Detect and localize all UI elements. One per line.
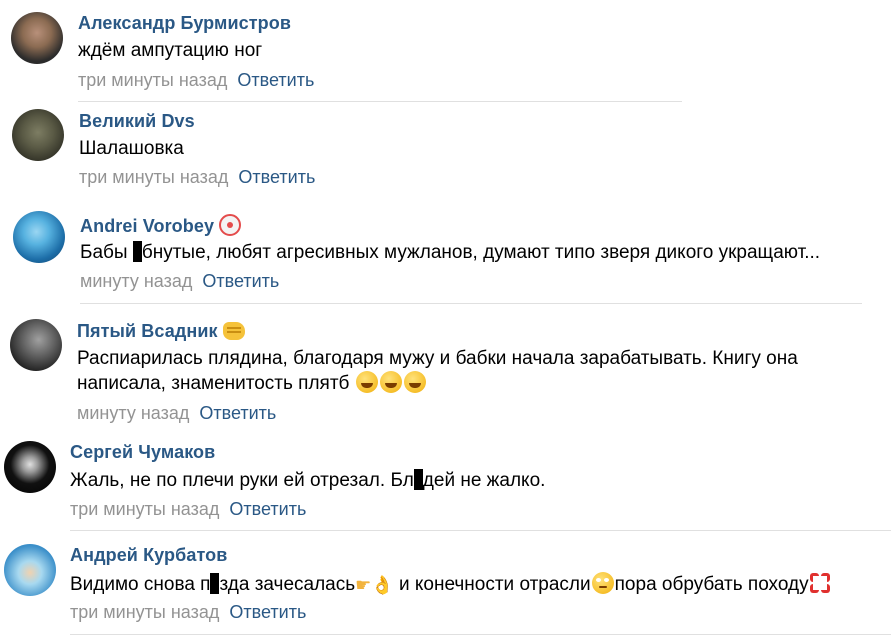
comment-meta: минуту назад Ответить	[77, 403, 276, 424]
comment-meta: минуту назад Ответить	[80, 271, 279, 292]
avatar[interactable]	[10, 319, 62, 371]
comment-author[interactable]: Александр Бурмистров	[78, 13, 291, 34]
anger-symbol-emoji-icon	[808, 572, 831, 594]
text-part: и конечности отрасли	[393, 574, 591, 595]
avatar[interactable]	[12, 109, 64, 161]
ok-hand-emoji-icon: 👌	[371, 575, 394, 595]
comment-item: Великий Dvs Шалашовка три минуты назад От…	[0, 103, 891, 203]
divider	[70, 530, 891, 531]
comment-text: Бабы бнутые, любят агресивных мужланов, …	[80, 240, 820, 265]
comment-text: Шалашовка	[79, 138, 184, 159]
comment-text: Жаль, не по плечи руки ей отрезал. Бл дей…	[70, 468, 545, 493]
avatar[interactable]	[13, 211, 65, 263]
rolling-laughing-emoji-icon	[379, 371, 402, 393]
comment-author[interactable]: Сергей Чумаков	[70, 442, 215, 463]
divider	[80, 303, 862, 304]
divider	[70, 634, 891, 635]
censor-block	[413, 469, 423, 490]
comment-author[interactable]: Пятый Всадник	[77, 321, 245, 342]
comment-time[interactable]: три минуты назад	[70, 499, 219, 519]
text-part: написала, знаменитость плятб	[77, 373, 355, 394]
eye-roll-emoji-icon	[591, 572, 614, 594]
comment-author[interactable]: Andrei Vorobey	[80, 214, 242, 237]
comment-author[interactable]: Великий Dvs	[79, 111, 195, 132]
comment-text: Распиарилась плядина, благодаря мужу и б…	[77, 346, 798, 396]
text-part: Бабы	[80, 242, 133, 263]
comment-item: Александр Бурмистров ждём ампутацию ног …	[0, 0, 891, 103]
author-name[interactable]: Пятый Всадник	[77, 321, 218, 341]
comment-item: Сергей Чумаков Жаль, не по плечи руки ей…	[0, 433, 891, 533]
reply-button[interactable]: Ответить	[199, 403, 276, 423]
rolling-laughing-emoji-icon	[403, 371, 426, 393]
divider	[78, 101, 682, 102]
text-part: Видимо снова п	[70, 574, 211, 595]
avatar[interactable]	[4, 544, 56, 596]
comment-author[interactable]: Андрей Курбатов	[70, 545, 227, 566]
text-part: бнутые, любят агресивных мужланов, думаю…	[141, 242, 821, 263]
rolling-laughing-emoji-icon	[355, 371, 378, 393]
clown-face-emoji-icon	[219, 214, 242, 236]
author-name[interactable]: Andrei Vorobey	[80, 216, 214, 236]
pointing-finger-emoji-icon: ☛	[355, 575, 372, 595]
reply-button[interactable]: Ответить	[237, 70, 314, 90]
comment-text: ждём ампутацию ног	[78, 40, 263, 61]
comment-time[interactable]: минуту назад	[77, 403, 189, 423]
reply-button[interactable]: Ответить	[229, 499, 306, 519]
avatar[interactable]	[4, 441, 56, 493]
text-part: дей не жалко.	[422, 470, 546, 491]
comment-item: Andrei Vorobey Бабы бнутые, любят агреси…	[0, 203, 891, 305]
comment-text: Видимо снова п зда зачесалась☛👌 и конечно…	[70, 572, 831, 598]
comment-time[interactable]: три минуты назад	[79, 167, 228, 187]
comment-meta: три минуты назад Ответить	[70, 499, 306, 520]
comment-item: Пятый Всадник Распиарилась плядина, благ…	[0, 305, 891, 433]
reply-button[interactable]: Ответить	[202, 271, 279, 291]
text-line: Распиарилась плядина, благодаря мужу и б…	[77, 348, 798, 369]
text-part: зда зачесалась	[219, 574, 356, 595]
comment-meta: три минуты назад Ответить	[70, 602, 306, 623]
text-part: Жаль, не по плечи руки ей отрезал. Бл	[70, 470, 414, 491]
fist-emoji-icon	[222, 322, 245, 340]
text-part: пора обрубать походу	[614, 574, 809, 595]
reply-button[interactable]: Ответить	[238, 167, 315, 187]
censor-block	[132, 241, 142, 262]
comment-item: Андрей Курбатов Видимо снова п зда зачеса…	[0, 533, 891, 639]
comment-meta: три минуты назад Ответить	[78, 70, 314, 91]
comment-meta: три минуты назад Ответить	[79, 167, 315, 188]
text-line: написала, знаменитость плятб	[77, 371, 798, 396]
avatar[interactable]	[11, 12, 63, 64]
comment-time[interactable]: три минуты назад	[70, 602, 219, 622]
comment-time[interactable]: минуту назад	[80, 271, 192, 291]
comment-time[interactable]: три минуты назад	[78, 70, 227, 90]
reply-button[interactable]: Ответить	[229, 602, 306, 622]
